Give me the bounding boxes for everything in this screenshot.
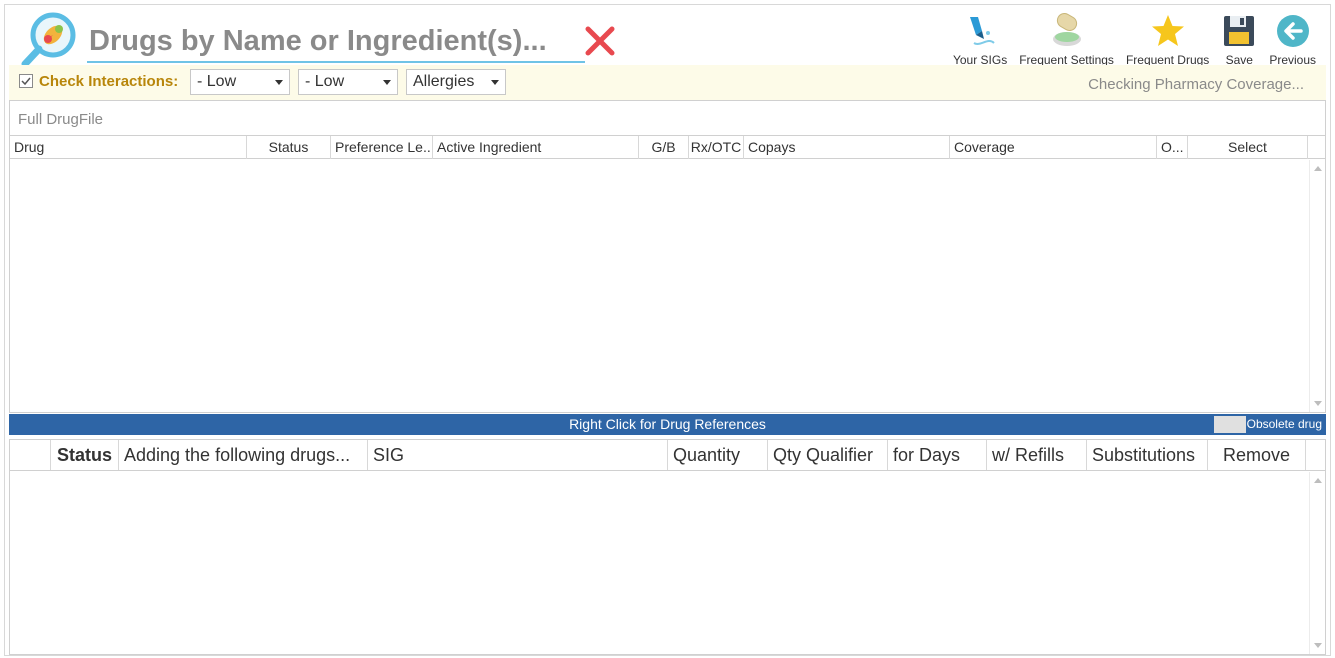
star-icon	[1151, 15, 1184, 46]
col-drug[interactable]: Drug	[10, 136, 247, 159]
pill-settings-icon	[1052, 13, 1081, 46]
chevron-down-icon	[383, 80, 391, 85]
adding-drugs-grid: Status Adding the following drugs... SIG…	[9, 439, 1326, 655]
interaction-bar: Check Interactions: - Low - Low Allergie…	[9, 65, 1326, 100]
severity-dropdown-1[interactable]: - Low	[190, 69, 290, 95]
col-status[interactable]: Status	[247, 136, 331, 159]
col-qty-qualifier[interactable]: Qty Qualifier	[768, 440, 888, 470]
col-row-indicator	[10, 440, 51, 470]
save-button[interactable]: Save	[1215, 9, 1263, 67]
obsolete-drug-swatch	[1214, 416, 1246, 433]
frequent-settings-button[interactable]: Frequent Settings	[1013, 9, 1120, 67]
col-select[interactable]: Select	[1188, 136, 1308, 159]
drug-file-header: Drug Status Preference Le... Active Ingr…	[10, 135, 1325, 159]
drug-file-scrollbar[interactable]	[1309, 160, 1325, 412]
floppy-disk-icon	[1224, 16, 1255, 46]
col-copays[interactable]: Copays	[744, 136, 950, 159]
col-quantity[interactable]: Quantity	[668, 440, 768, 470]
coverage-status: Checking Pharmacy Coverage...	[1088, 76, 1304, 93]
adding-drugs-scrollbar[interactable]	[1309, 472, 1325, 654]
checkmark-icon	[21, 77, 31, 86]
toolbar: Your SIGs Frequent Settings Frequent Dru…	[947, 9, 1322, 69]
col-preference-level[interactable]: Preference Le...	[331, 136, 433, 159]
col-for-days[interactable]: for Days	[888, 440, 987, 470]
scroll-down-icon[interactable]	[1314, 643, 1322, 648]
col-substitutions[interactable]: Substitutions	[1087, 440, 1208, 470]
frequent-drugs-button[interactable]: Frequent Drugs	[1120, 9, 1215, 67]
check-interactions-label: Check Interactions:	[39, 73, 179, 90]
col-refills[interactable]: w/ Refills	[987, 440, 1087, 470]
scroll-up-icon[interactable]	[1314, 166, 1322, 171]
chevron-down-icon	[275, 80, 283, 85]
drug-search-logo-icon	[21, 12, 76, 68]
obsolete-drug-label: Obsolete drug	[1246, 417, 1322, 431]
allergies-dropdown-value: Allergies	[413, 73, 475, 90]
adding-drugs-header: Status Adding the following drugs... SIG…	[10, 440, 1325, 471]
severity-dropdown-1-value: - Low	[197, 73, 237, 90]
back-arrow-icon	[1276, 15, 1309, 47]
allergies-dropdown[interactable]: Allergies	[406, 69, 506, 95]
col-generic-brand[interactable]: G/B	[639, 136, 689, 159]
col-sig[interactable]: SIG	[368, 440, 668, 470]
drug-file-title: Full DrugFile	[18, 111, 104, 128]
col-active-ingredient[interactable]: Active Ingredient	[433, 136, 639, 159]
col-coverage[interactable]: Coverage	[950, 136, 1157, 159]
severity-dropdown-2[interactable]: - Low	[298, 69, 398, 95]
check-interactions-checkbox[interactable]	[19, 74, 33, 88]
severity-dropdown-2-value: - Low	[305, 73, 345, 90]
col-other[interactable]: O...	[1157, 136, 1188, 159]
drug-search-input[interactable]	[87, 21, 585, 63]
chevron-down-icon	[491, 80, 499, 85]
sig-pen-icon	[970, 17, 995, 45]
drug-file-grid: Full DrugFile Drug Status Preference Le.…	[9, 100, 1326, 413]
drug-references-hint: Right Click for Drug References	[569, 416, 766, 432]
your-sigs-button[interactable]: Your SIGs	[947, 9, 1013, 67]
scroll-up-icon[interactable]	[1314, 478, 1322, 483]
scroll-down-icon[interactable]	[1314, 401, 1322, 406]
drug-references-bar: Right Click for Drug References Obsolete…	[9, 414, 1326, 435]
clear-search-icon[interactable]	[582, 23, 618, 59]
previous-button[interactable]: Previous	[1263, 9, 1322, 67]
col-remove[interactable]: Remove	[1208, 440, 1306, 470]
col-adding-drugs[interactable]: Adding the following drugs...	[119, 440, 368, 470]
col-adding-status[interactable]: Status	[51, 440, 119, 470]
col-rx-otc[interactable]: Rx/OTC	[689, 136, 744, 159]
